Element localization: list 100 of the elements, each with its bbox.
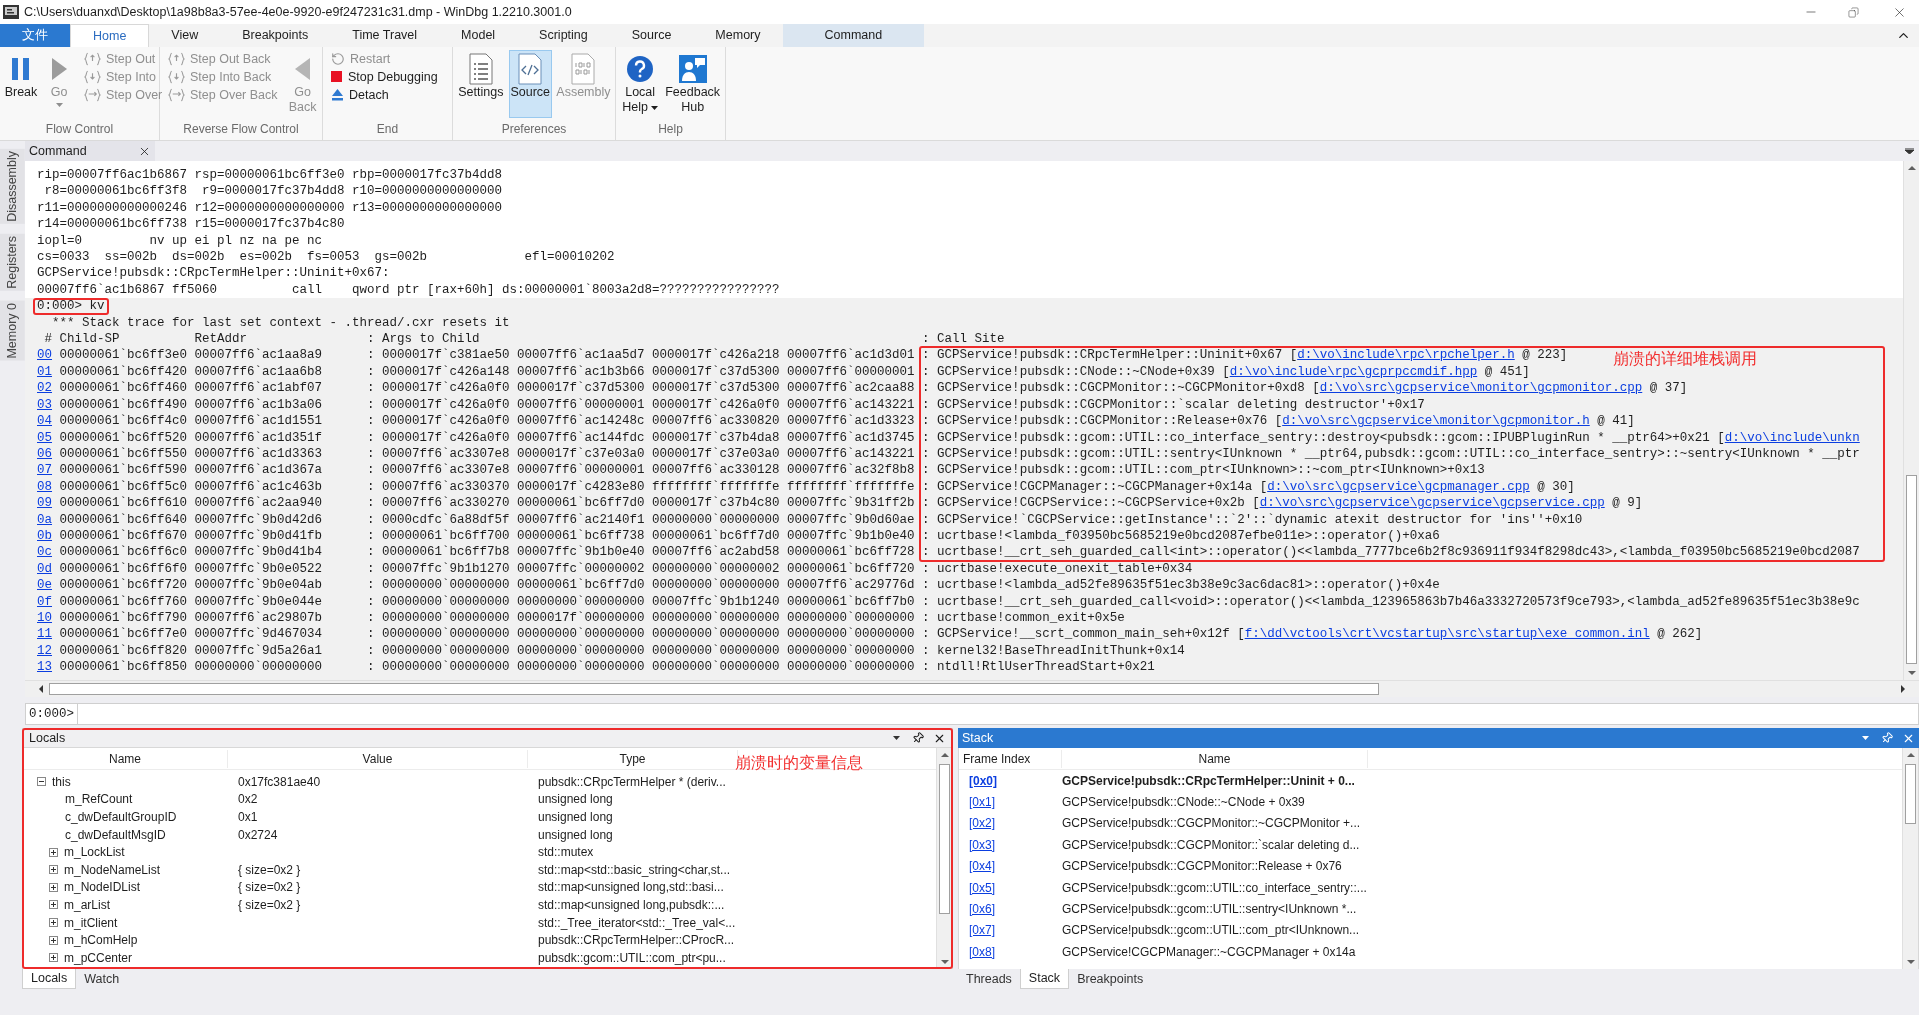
- column-header[interactable]: Type: [528, 749, 738, 768]
- scrollbar[interactable]: [1903, 161, 1919, 680]
- column-header[interactable]: Name: [23, 749, 228, 768]
- source-link[interactable]: f:\dd\vctools\crt\vcstartup\src\startup\exe_common.inl: [1244, 626, 1650, 643]
- frame-link[interactable]: 0b: [37, 528, 52, 543]
- frame-link[interactable]: 07: [37, 463, 52, 478]
- source-link[interactable]: d:\vo\include\rpc\rpchelper.h: [1297, 347, 1515, 364]
- ribbon-tab[interactable]: Memory: [693, 24, 783, 47]
- expand-icon[interactable]: [49, 953, 58, 963]
- frame-link[interactable]: 10: [37, 610, 52, 625]
- scroll-left-icon[interactable]: [37, 684, 45, 694]
- source-link[interactable]: d:\vo\include\unkn: [1724, 429, 1860, 446]
- frame-link[interactable]: 13: [37, 660, 52, 675]
- ribbon-button[interactable]: Break: [4, 50, 38, 118]
- source-link[interactable]: d:\vo\src\gcpservice\gcpmanager.cpp: [1267, 478, 1530, 496]
- expand-icon[interactable]: [49, 918, 58, 928]
- ribbon-tab[interactable]: Command: [782, 24, 925, 47]
- stack-row[interactable]: [0x7] GCPService!pubsdk::gcom::UTIL::com_ptr<IUnknown...: [959, 919, 1902, 942]
- frame-link[interactable]: [0x6]: [969, 902, 995, 917]
- caret-icon[interactable]: [893, 736, 900, 740]
- ribbon-button[interactable]: Settings: [457, 50, 505, 118]
- frame-link[interactable]: [0x8]: [969, 944, 995, 959]
- scrollbar[interactable]: [1902, 748, 1918, 969]
- expand-icon[interactable]: [49, 847, 58, 857]
- ribbon-button[interactable]: Source: [508, 50, 552, 118]
- frame-link[interactable]: 0f: [37, 594, 52, 609]
- stack-row[interactable]: [0x1] GCPService!pubsdk::CNode::~CNode + 0x39: [959, 791, 1902, 813]
- column-header[interactable]: Name: [1062, 749, 1368, 768]
- horizontal-scrollbar[interactable]: [25, 680, 1919, 697]
- command-input[interactable]: 0:000>: [25, 703, 1919, 725]
- frame-link[interactable]: 06: [37, 446, 52, 461]
- stack-row[interactable]: [0x3] GCPService!pubsdk::CGCPMonitor::`scalar deleting d...: [959, 834, 1902, 856]
- source-link[interactable]: d:\vo\src\gcpservice\monitor\gcpmonitor.cpp: [1319, 380, 1643, 397]
- scroll-thumb[interactable]: [1905, 764, 1916, 824]
- frame-link[interactable]: 09: [37, 496, 52, 511]
- frame-link[interactable]: 12: [37, 643, 52, 658]
- pane-tab[interactable]: Stack: [1019, 969, 1070, 989]
- ribbon-button[interactable]: Detach: [327, 86, 442, 104]
- ribbon-tab[interactable]: Time Travel: [330, 24, 440, 47]
- frame-link[interactable]: 02: [37, 381, 52, 396]
- pane-tab[interactable]: Breakpoints: [1069, 969, 1152, 989]
- frame-link[interactable]: [0x4]: [969, 859, 995, 874]
- frame-link[interactable]: [0x0]: [969, 773, 997, 788]
- frame-link[interactable]: 05: [37, 430, 52, 445]
- frame-link[interactable]: [0x5]: [969, 880, 995, 895]
- stack-row[interactable]: [0x4] GCPService!pubsdk::CGCPMonitor::Release + 0x76: [959, 855, 1902, 877]
- expand-icon[interactable]: [49, 935, 58, 945]
- child-sp: 00000061`bc6ff520: [59, 429, 189, 446]
- scroll-thumb[interactable]: [49, 683, 1379, 695]
- stack-row[interactable]: [0x5] GCPService!pubsdk::gcom::UTIL::co_interface_sentry::...: [959, 876, 1902, 899]
- scrollbar[interactable]: [936, 748, 952, 969]
- side-tab[interactable]: Disassembly: [0, 149, 25, 224]
- expand-icon[interactable]: [49, 900, 58, 910]
- scroll-right-icon[interactable]: [1899, 684, 1907, 694]
- frame-link[interactable]: 11: [37, 627, 52, 642]
- stack-row[interactable]: [0x8] GCPService!CGCPManager::~CGCPManager + 0x14a: [959, 941, 1902, 963]
- pane-tab[interactable]: Watch: [76, 969, 128, 989]
- source-link[interactable]: d:\vo\src\gcpservice\monitor\gcpmonitor.h: [1282, 413, 1590, 430]
- frame-link[interactable]: [0x7]: [969, 923, 995, 938]
- ribbon-button[interactable]: Feedback Hub: [664, 50, 721, 118]
- scroll-thumb[interactable]: [939, 764, 950, 914]
- column-header[interactable]: Value: [228, 749, 528, 768]
- ribbon-tab[interactable]: Breakpoints: [220, 24, 331, 47]
- column-header[interactable]: Frame Index: [959, 749, 1062, 768]
- pane-tab[interactable]: Threads: [958, 969, 1020, 989]
- frame-link[interactable]: 08: [37, 479, 52, 494]
- side-tab[interactable]: Registers: [0, 233, 25, 291]
- source-link[interactable]: d:\vo\include\rpc\gcprpccmdif.hpp: [1229, 363, 1478, 381]
- ribbon-button[interactable]: Stop Debugging: [327, 68, 442, 86]
- ribbon-tab[interactable]: 文件: [0, 24, 70, 47]
- ribbon-tab[interactable]: Source: [609, 24, 694, 47]
- line-number: @ 30]: [1536, 478, 1575, 496]
- frame-link[interactable]: 03: [37, 397, 52, 412]
- ribbon-button[interactable]: Local Help: [620, 50, 661, 118]
- ribbon-tab[interactable]: Model: [439, 24, 518, 47]
- frame-link[interactable]: 0a: [37, 512, 52, 527]
- frame-link[interactable]: 00: [37, 348, 52, 363]
- frame-link[interactable]: 01: [37, 364, 52, 379]
- ribbon-tab[interactable]: View: [149, 24, 221, 47]
- pane-menu-icon[interactable]: [1905, 148, 1914, 154]
- frame-link[interactable]: 0c: [37, 545, 52, 560]
- document-tab[interactable]: Command: [25, 141, 155, 161]
- stack-row[interactable]: [0x2] GCPService!pubsdk::CGCPMonitor::~CGCPMonitor +...: [959, 812, 1902, 835]
- frame-link[interactable]: 0e: [37, 578, 52, 593]
- scroll-thumb[interactable]: [1906, 475, 1917, 664]
- frame-link[interactable]: [0x3]: [969, 837, 995, 852]
- ribbon-tab[interactable]: Home: [70, 24, 150, 47]
- frame-link[interactable]: [0x2]: [969, 816, 995, 831]
- stack-row[interactable]: [0x0] GCPService!pubsdk::CRpcTermHelper::Uninit + 0...: [959, 770, 1902, 792]
- side-tab[interactable]: Memory 0: [0, 300, 25, 361]
- expand-icon[interactable]: [49, 882, 58, 892]
- pane-tab[interactable]: Locals: [22, 969, 77, 989]
- frame-link[interactable]: 04: [37, 414, 52, 429]
- collapse-icon[interactable]: [37, 777, 46, 787]
- ribbon-tab[interactable]: Scripting: [517, 24, 610, 47]
- frame-link[interactable]: 0d: [37, 561, 52, 576]
- expand-icon[interactable]: [49, 865, 58, 875]
- frame-link[interactable]: [0x1]: [969, 795, 995, 810]
- stack-row[interactable]: [0x6] GCPService!pubsdk::gcom::UTIL::sentry<IUnknown *...: [959, 898, 1902, 920]
- source-link[interactable]: d:\vo\src\gcpservice\gcpservice\gcpservice.cpp: [1259, 495, 1605, 512]
